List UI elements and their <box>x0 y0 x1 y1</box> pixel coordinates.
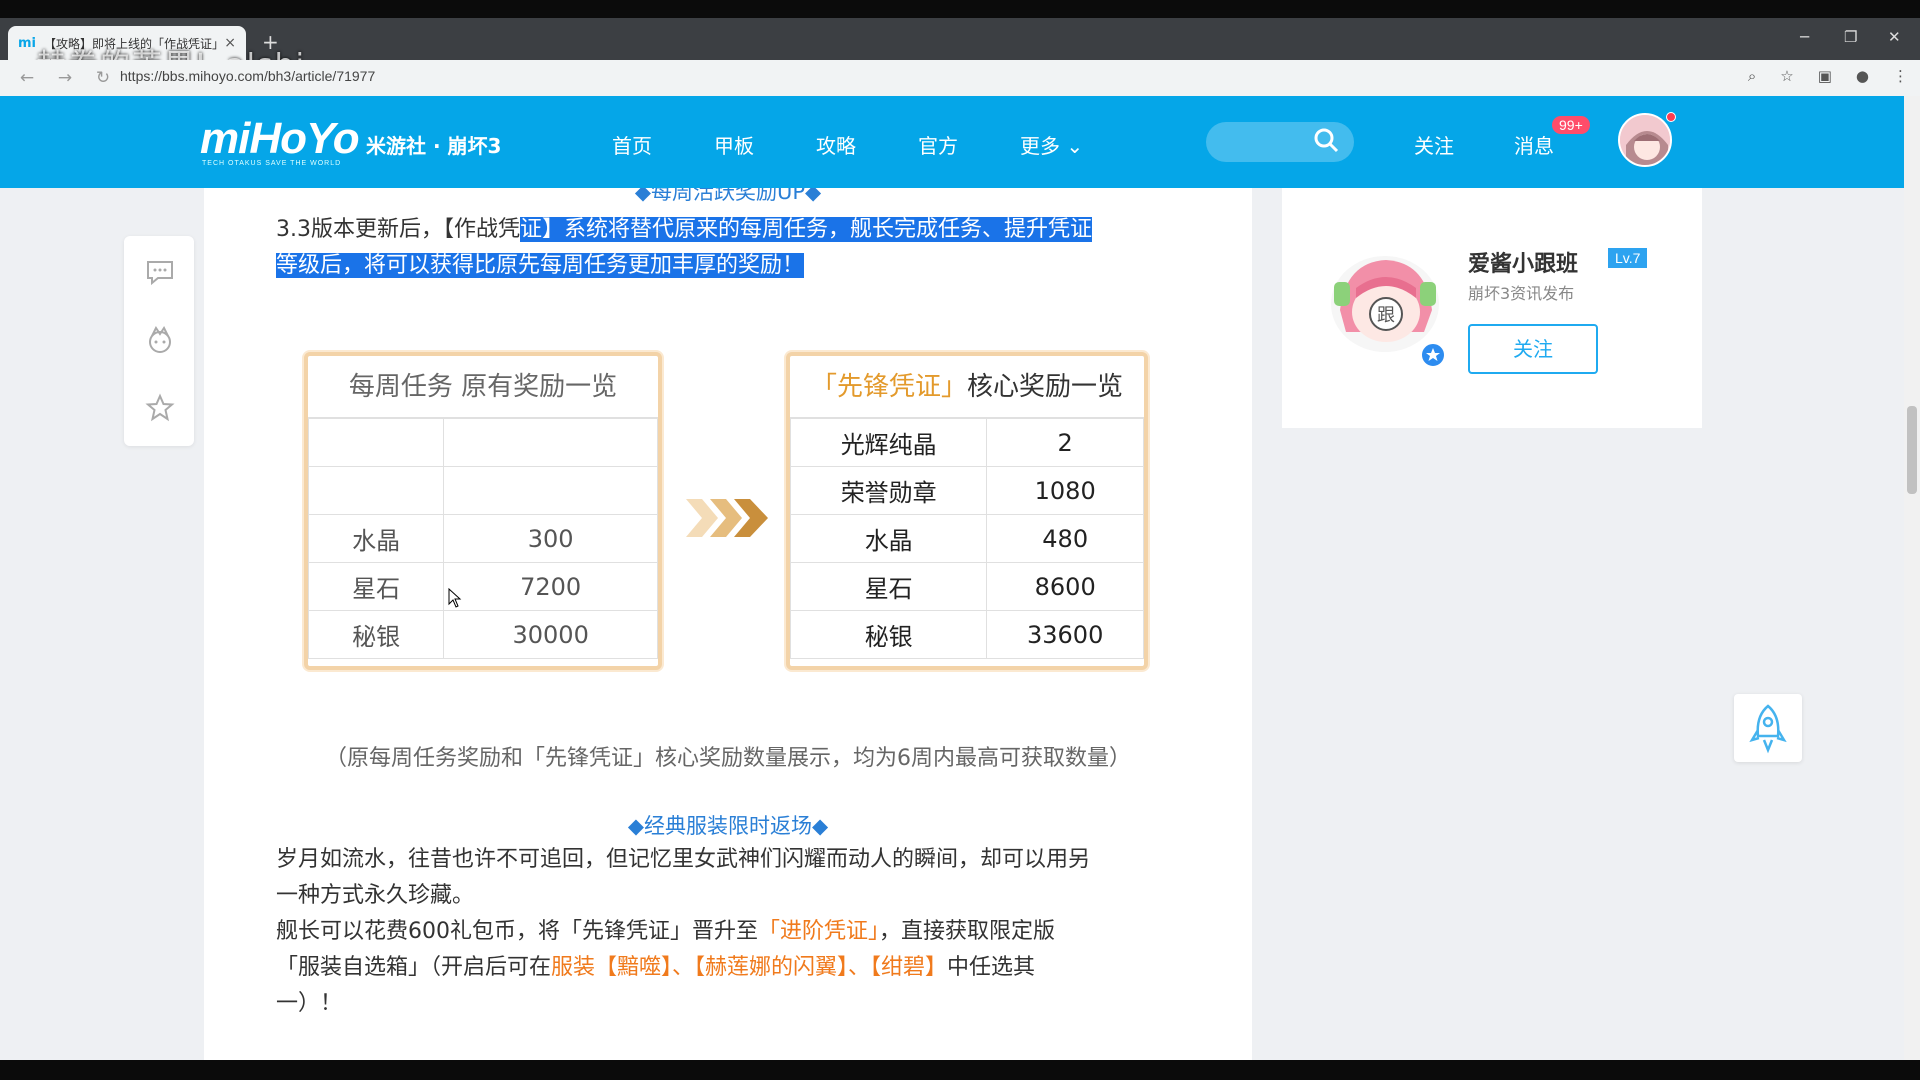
nav-more[interactable]: 更多 ⌄ <box>1020 130 1083 159</box>
like-mascot-icon[interactable] <box>144 324 176 356</box>
table-cell: 7200 <box>443 562 658 611</box>
vanguard-rewards-table: 「先锋凭证」核心奖励一览 光辉纯晶 2 荣誉勋章 1080 水晶 480 星石 8600… <box>786 352 1148 670</box>
favorite-star-icon[interactable] <box>144 392 176 424</box>
notification-dot <box>1666 112 1676 122</box>
screen-top-border <box>0 0 1920 18</box>
vanguard-rewards-title: 「先锋凭证」核心奖励一览 <box>790 356 1144 418</box>
table-cell: 水晶 <box>789 514 988 563</box>
article-content: ◆每周活跃奖励UP◆ 3.3版本更新后，【作战凭证】系统将替代原来的每周任务，舰… <box>204 188 1252 1060</box>
section-title-costumes: ◆经典服装限时返场◆ <box>627 814 829 838</box>
svg-text:跟: 跟 <box>1377 305 1395 326</box>
old-rewards-table: 每周任务 原有奖励一览 水晶 300 星石 7200 秘银 30000 <box>304 352 662 670</box>
nav-guides[interactable]: 攻略 <box>816 130 856 159</box>
table-cell: 8600 <box>986 562 1144 611</box>
scrollbar-thumb[interactable] <box>1907 406 1917 494</box>
extension-icon[interactable]: ▣ <box>1818 67 1832 85</box>
nav-messages[interactable]: 消息 <box>1514 130 1554 159</box>
back-icon[interactable]: ← <box>16 68 38 88</box>
table-caption: （原每周任务奖励和「先锋凭证」核心奖励数量展示，均为6周内最高可获取数量） <box>325 746 1131 771</box>
menu-icon[interactable]: ⋮ <box>1893 67 1908 85</box>
table-cell: 2 <box>986 418 1144 467</box>
close-window-icon[interactable]: ✕ <box>1888 28 1901 46</box>
table-cell: 秘银 <box>789 610 988 659</box>
table-cell: 水晶 <box>307 514 445 563</box>
table-cell: 光辉纯晶 <box>789 418 988 467</box>
left-action-bar <box>124 236 194 446</box>
scrollbar-track[interactable] <box>1904 96 1920 1060</box>
mihoyo-logo[interactable]: miHoYo <box>200 114 360 164</box>
table-cell: 300 <box>443 514 658 563</box>
table-cell: 星石 <box>789 562 988 611</box>
table-cell: 30000 <box>443 610 658 659</box>
table-cell: 星石 <box>307 562 445 611</box>
url-field[interactable]: https://bbs.mihoyo.com/bh3/article/71977 <box>120 68 375 84</box>
search-icon[interactable] <box>1312 126 1340 154</box>
table-cell: 33600 <box>986 610 1144 659</box>
screen-bottom-border <box>0 1060 1920 1080</box>
page-body: ◆每周活跃奖励UP◆ 3.3版本更新后，【作战凭证】系统将替代原来的每周任务，舰… <box>0 188 1904 1060</box>
author-avatar[interactable]: 跟 <box>1326 248 1444 356</box>
nav-official[interactable]: 官方 <box>918 130 958 159</box>
back-to-top-button[interactable] <box>1734 694 1802 762</box>
table-cell: 荣誉勋章 <box>789 466 988 515</box>
mouse-cursor-icon <box>448 588 462 608</box>
author-name[interactable]: 爱酱小跟班 <box>1468 246 1578 278</box>
chevron-down-icon: ⌄ <box>1060 134 1084 158</box>
author-card: 跟 爱酱小跟班 Lv.7 崩坏3资讯发布 关注 <box>1282 188 1702 428</box>
table-cell <box>443 466 658 515</box>
table-cell: 1080 <box>986 466 1144 515</box>
follow-button[interactable]: 关注 <box>1468 324 1598 374</box>
profile-icon[interactable]: ● <box>1856 67 1869 85</box>
message-count-badge: 99+ <box>1552 116 1590 134</box>
arrow-right-icon <box>686 499 768 537</box>
favicon-icon: mi <box>18 35 37 51</box>
nav-deck[interactable]: 甲板 <box>714 130 754 159</box>
site-name[interactable]: 米游社 · 崩坏3 <box>366 130 501 159</box>
table-cell <box>307 466 445 515</box>
verified-badge-icon <box>1420 342 1446 368</box>
nav-follow[interactable]: 关注 <box>1414 130 1454 159</box>
table-cell <box>307 418 445 467</box>
old-rewards-title: 每周任务 原有奖励一览 <box>308 356 658 418</box>
table-cell: 秘银 <box>307 610 445 659</box>
level-badge: Lv.7 <box>1608 248 1648 268</box>
paragraph-intro: 3.3版本更新后，【作战凭证】系统将替代原来的每周任务，舰长完成任务、提升凭证等… <box>276 217 1093 278</box>
logo-tagline: TECH OTAKUS SAVE THE WORLD <box>202 160 342 167</box>
rocket-icon <box>1749 704 1787 754</box>
bookmark-star-icon[interactable]: ☆ <box>1780 67 1793 85</box>
zoom-icon[interactable]: ⌕ <box>1748 67 1756 85</box>
table-cell <box>443 418 658 467</box>
site-header: miHoYo TECH OTAKUS SAVE THE WORLD 米游社 · … <box>0 96 1904 188</box>
reload-icon[interactable]: ↻ <box>92 68 114 88</box>
forward-icon[interactable]: → <box>54 68 76 88</box>
comment-icon[interactable] <box>144 256 176 288</box>
table-cell: 480 <box>986 514 1144 563</box>
address-bar: ← → ↻ https://bbs.mihoyo.com/bh3/article… <box>0 60 1920 96</box>
nav-home[interactable]: 首页 <box>612 130 652 159</box>
minimize-icon[interactable]: ─ <box>1800 28 1809 46</box>
restore-icon[interactable]: ❐ <box>1844 28 1857 46</box>
section-title-weekly: ◆每周活跃奖励UP◆ <box>634 188 822 204</box>
author-description: 崩坏3资讯发布 <box>1468 284 1575 303</box>
paragraph-costumes: 岁月如流水，往昔也许不可追回，但记忆里女武神们闪耀而动人的瞬间，却可以用另 一种… <box>276 847 1091 1016</box>
user-avatar[interactable] <box>1618 113 1672 167</box>
